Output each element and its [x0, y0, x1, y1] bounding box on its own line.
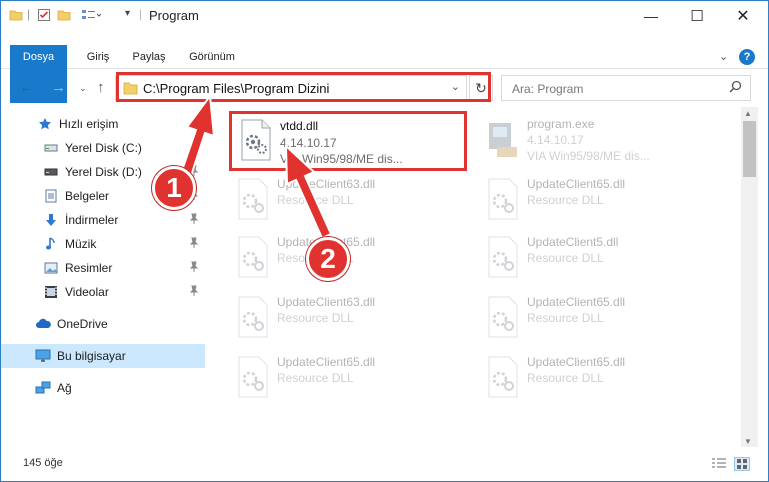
annotation-arrows [178, 93, 333, 240]
arrow-1 [178, 93, 216, 181]
arrow-2 [284, 143, 333, 240]
step-badge-1: 1 [152, 166, 196, 210]
step-badge-2: 2 [306, 237, 350, 281]
